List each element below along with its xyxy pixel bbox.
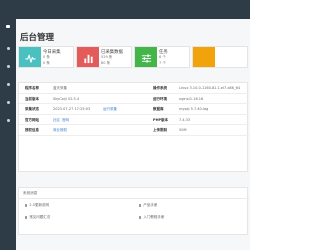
list-item[interactable]: 常见问题汇总: [25, 215, 50, 220]
home-icon: [6, 24, 10, 28]
table-row: 授权信息 商业授权 上传限制 50M: [19, 125, 249, 136]
stat-card-collected-data[interactable]: 已采集数据 529 条 80 条: [76, 46, 132, 68]
label-license: 授权信息: [25, 128, 39, 132]
label-upload-limit: 上传限制: [153, 128, 167, 132]
system-info-panel: 程序名称 蓝天采集 操作系统 Linux 3.10.0-1160.81.1.el…: [18, 82, 249, 172]
label-official-site: 官方网站: [25, 117, 39, 122]
label-runtime: 运行环境: [153, 96, 167, 101]
value-program-name: 蓝天采集: [53, 86, 67, 90]
document-icon: [25, 204, 28, 207]
community-link[interactable]: 社区: [53, 118, 60, 122]
run-collect-link[interactable]: 运行采集: [103, 107, 117, 111]
section-title: 系统消息: [23, 191, 38, 195]
system-messages-panel: 系统消息 2.5更新说明 产品手册 常见问题汇总 入门教程手册: [18, 187, 249, 235]
value-os: Linux 3.10.0-1160.81.1.el7.x86_64: [179, 86, 241, 90]
sidebar: [0, 19, 16, 250]
menu-icon: [6, 100, 10, 104]
divider: [19, 198, 249, 199]
table-row: 官方网站 社区 官网 PHP版本 7.4.33: [19, 115, 249, 125]
sidebar-item-2[interactable]: [4, 45, 12, 51]
card-value: 80 条: [101, 60, 111, 65]
card-value: 7 个: [159, 60, 166, 65]
stat-card-tasks[interactable]: 任务 6 个 7 个: [134, 46, 190, 68]
label-version: 当前版本: [25, 96, 39, 101]
list-item[interactable]: 入门教程手册: [139, 215, 164, 220]
top-navigation-bar: [0, 0, 250, 19]
license-link[interactable]: 商业授权: [53, 128, 67, 132]
label-os: 操作系统: [153, 86, 167, 90]
sidebar-item-4[interactable]: [4, 81, 12, 87]
sidebar-item-5[interactable]: [4, 99, 12, 105]
value-upload-limit: 50M: [179, 128, 187, 132]
list-item-label: 2.5更新说明: [29, 203, 49, 207]
menu-icon: [6, 82, 10, 86]
list-item[interactable]: 2.5更新说明: [25, 203, 49, 208]
label-php-version: PHP版本: [153, 117, 169, 122]
value-database: mysql 5.7.40-log: [179, 107, 209, 111]
table-row: 程序名称 蓝天采集 操作系统 Linux 3.10.0-1160.81.1.el…: [19, 83, 249, 94]
value-collect-time: 2023-07-27 17:25:03: [53, 107, 91, 111]
table-row: 当前版本 SkyCaiji V2.5.4 运行环境 nginx/1.16.16: [19, 94, 249, 104]
list-item-label: 常见问题汇总: [29, 215, 51, 219]
label-database: 数据库: [153, 107, 164, 111]
menu-icon: [6, 64, 10, 68]
list-item[interactable]: 产品手册: [139, 203, 157, 208]
partial-card-icon: [193, 47, 215, 67]
sidebar-item-3[interactable]: [4, 63, 12, 69]
value-php-version: 7.4.33: [179, 117, 191, 122]
value-runtime: nginx/1.16.16: [179, 96, 204, 101]
menu-icon: [6, 118, 10, 122]
list-item-label: 入门教程手册: [143, 215, 165, 219]
list-item-label: 产品手册: [143, 203, 158, 207]
document-icon: [25, 216, 28, 219]
main-content: 后台管理 今日采集 0 条 0 条 已采集数据 529 条 80 条 任务 6 …: [16, 19, 250, 250]
sidebar-item-home[interactable]: [4, 23, 12, 29]
sidebar-item-6[interactable]: [4, 117, 12, 123]
stat-card-partial[interactable]: [192, 46, 248, 68]
label-collect-status: 采集状态: [25, 107, 39, 111]
card-value: 0 条: [43, 60, 50, 65]
stat-card-today-collect[interactable]: 今日采集 0 条 0 条: [18, 46, 74, 68]
official-site-link[interactable]: 官网: [62, 118, 69, 122]
pulse-icon: [19, 47, 41, 67]
sliders-icon: [135, 47, 157, 67]
label-program-name: 程序名称: [25, 86, 39, 90]
table-row: 采集状态 2023-07-27 17:25:03 运行采集 数据库 mysql …: [19, 104, 249, 115]
bar-chart-icon: [77, 47, 99, 67]
page-title: 后台管理: [20, 33, 55, 43]
document-icon: [139, 204, 142, 207]
document-icon: [139, 216, 142, 219]
value-version: SkyCaiji V2.5.4: [53, 96, 80, 101]
menu-icon: [6, 46, 10, 50]
